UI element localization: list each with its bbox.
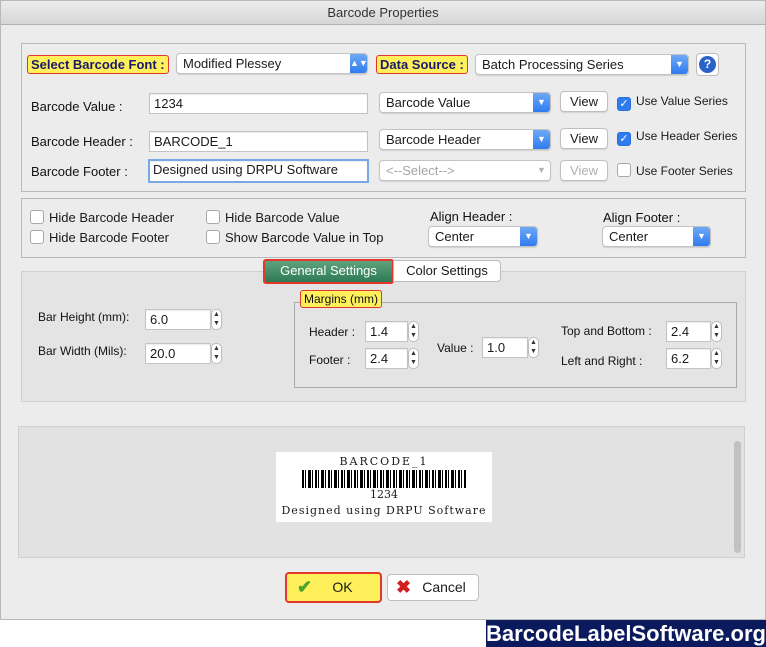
barcode-bars [302, 470, 466, 488]
barcode-value-source-value: Barcode Value [386, 95, 471, 110]
data-source-value: Batch Processing Series [482, 57, 624, 72]
footer-margin-label: Footer : [309, 353, 351, 367]
footer-margin-stepper[interactable]: ▲ ▼ [408, 348, 419, 369]
show-value-top-label: Show Barcode Value in Top [225, 230, 384, 245]
preview-scrollbar[interactable] [734, 441, 741, 553]
preview-footer-text: Designed using DRPU Software [281, 504, 487, 517]
barcode-font-value: Modified Plessey [183, 56, 282, 71]
top-bottom-margin-input[interactable]: 2.4 [666, 321, 711, 342]
show-value-top-checkbox[interactable]: Show Barcode Value in Top [206, 230, 384, 245]
ok-button[interactable]: ✔ OK [285, 572, 382, 603]
use-footer-series-checkbox[interactable]: Use Footer Series [617, 163, 733, 179]
hide-value-label: Hide Barcode Value [225, 210, 340, 225]
align-header-label: Align Header : [430, 209, 513, 224]
barcode-footer-source-select[interactable]: <--Select--> ▼ [379, 160, 551, 181]
hide-footer-label: Hide Barcode Footer [49, 230, 169, 245]
value-margin-input[interactable]: 1.0 [482, 337, 528, 358]
tab-color-settings[interactable]: Color Settings [393, 260, 501, 282]
hide-header-label: Hide Barcode Header [49, 210, 175, 225]
checkbox-icon [206, 210, 220, 224]
left-right-margin-label: Left and Right : [561, 354, 643, 368]
hide-header-checkbox[interactable]: Hide Barcode Header [30, 210, 174, 225]
bar-width-stepper[interactable]: ▲ ▼ [211, 343, 222, 364]
select-font-label: Select Barcode Font : [27, 55, 169, 74]
preview-value-text: 1234 [370, 488, 398, 501]
ok-label: OK [332, 579, 353, 595]
help-button[interactable]: ? [696, 53, 719, 76]
value-margin-label: Value : [437, 341, 474, 355]
footer-margin-input[interactable]: 2.4 [365, 348, 408, 369]
align-footer-select[interactable]: Center ▼ [602, 226, 711, 247]
close-icon: ✖ [396, 577, 412, 597]
barcode-footer-source-value: <--Select--> [386, 163, 455, 178]
use-value-series-checkbox[interactable]: ✓ Use Value Series [617, 94, 728, 111]
left-right-margin-input[interactable]: 6.2 [666, 348, 711, 369]
chevron-down-icon: ▼ [533, 161, 550, 180]
top-bottom-margin-stepper[interactable]: ▲ ▼ [711, 321, 722, 342]
barcode-value-label: Barcode Value : [31, 99, 123, 114]
data-source-label: Data Source : [376, 55, 468, 74]
brand-banner: BarcodeLabelSoftware.org [486, 620, 766, 647]
barcode-header-source-value: Barcode Header [386, 132, 481, 147]
checkmark-icon: ✓ [617, 97, 631, 111]
barcode-properties-window: Barcode Properties Select Barcode Font :… [0, 0, 766, 620]
left-right-margin-stepper[interactable]: ▲ ▼ [711, 348, 722, 369]
barcode-value-source-select[interactable]: Barcode Value ▼ [379, 92, 551, 113]
chevron-down-icon: ▼ [671, 55, 688, 74]
header-margin-input[interactable]: 1.4 [365, 321, 408, 342]
barcode-preview-image: BARCODE_1 1234 Designed using DRPU Softw… [276, 452, 492, 522]
tab-general-settings[interactable]: General Settings [263, 259, 394, 284]
checkbox-icon [617, 163, 631, 177]
checkmark-icon: ✓ [617, 132, 631, 146]
view-value-button[interactable]: View [560, 91, 608, 112]
barcode-footer-label: Barcode Footer : [31, 164, 128, 179]
chevron-down-icon: ▼ [533, 130, 550, 149]
use-value-series-label: Use Value Series [636, 94, 728, 108]
value-margin-stepper[interactable]: ▲ ▼ [528, 337, 539, 358]
chevron-down-icon: ▼ [520, 227, 537, 246]
chevron-down-icon: ▼ [533, 93, 550, 112]
chevron-updown-icon: ▲▼ [350, 54, 367, 73]
view-header-button[interactable]: View [560, 128, 608, 149]
top-bottom-margin-label: Top and Bottom : [561, 324, 652, 338]
cancel-label: Cancel [422, 579, 466, 595]
data-source-select[interactable]: Batch Processing Series ▼ [475, 54, 689, 75]
bar-height-label: Bar Height (mm): [38, 310, 130, 324]
header-margin-label: Header : [309, 325, 356, 339]
barcode-header-source-select[interactable]: Barcode Header ▼ [379, 129, 551, 150]
align-header-value: Center [435, 229, 475, 244]
view-footer-button[interactable]: View [560, 160, 608, 181]
question-icon: ? [699, 56, 716, 73]
barcode-header-label: Barcode Header : [31, 134, 133, 149]
preview-header-text: BARCODE_1 [339, 455, 429, 468]
barcode-value-input[interactable]: 1234 [149, 93, 368, 114]
align-footer-label: Align Footer : [603, 210, 681, 225]
chevron-down-icon: ▼ [693, 227, 710, 246]
header-margin-stepper[interactable]: ▲ ▼ [408, 321, 419, 342]
margins-title: Margins (mm) [300, 290, 382, 308]
window-title: Barcode Properties [1, 1, 765, 25]
checkmark-icon: ✔ [297, 577, 313, 597]
use-header-series-label: Use Header Series [636, 129, 738, 143]
hide-footer-checkbox[interactable]: Hide Barcode Footer [30, 230, 169, 245]
use-footer-series-label: Use Footer Series [636, 164, 733, 178]
checkbox-icon [30, 230, 44, 244]
align-footer-value: Center [609, 229, 649, 244]
align-header-select[interactable]: Center ▼ [428, 226, 538, 247]
barcode-footer-input[interactable]: Designed using DRPU Software [148, 159, 369, 183]
bar-width-input[interactable]: 20.0 [145, 343, 211, 364]
checkbox-icon [30, 210, 44, 224]
cancel-button[interactable]: ✖ Cancel [387, 574, 479, 601]
bar-height-stepper[interactable]: ▲ ▼ [211, 309, 222, 330]
barcode-font-select[interactable]: Modified Plessey ▲▼ [176, 53, 368, 74]
bar-height-input[interactable]: 6.0 [145, 309, 211, 330]
bar-width-label: Bar Width (Mils): [38, 344, 127, 358]
barcode-preview-area: BARCODE_1 1234 Designed using DRPU Softw… [18, 426, 745, 558]
checkbox-icon [206, 230, 220, 244]
hide-value-checkbox[interactable]: Hide Barcode Value [206, 210, 340, 225]
use-header-series-checkbox[interactable]: ✓ Use Header Series [617, 129, 737, 146]
barcode-header-input[interactable]: BARCODE_1 [149, 131, 368, 152]
